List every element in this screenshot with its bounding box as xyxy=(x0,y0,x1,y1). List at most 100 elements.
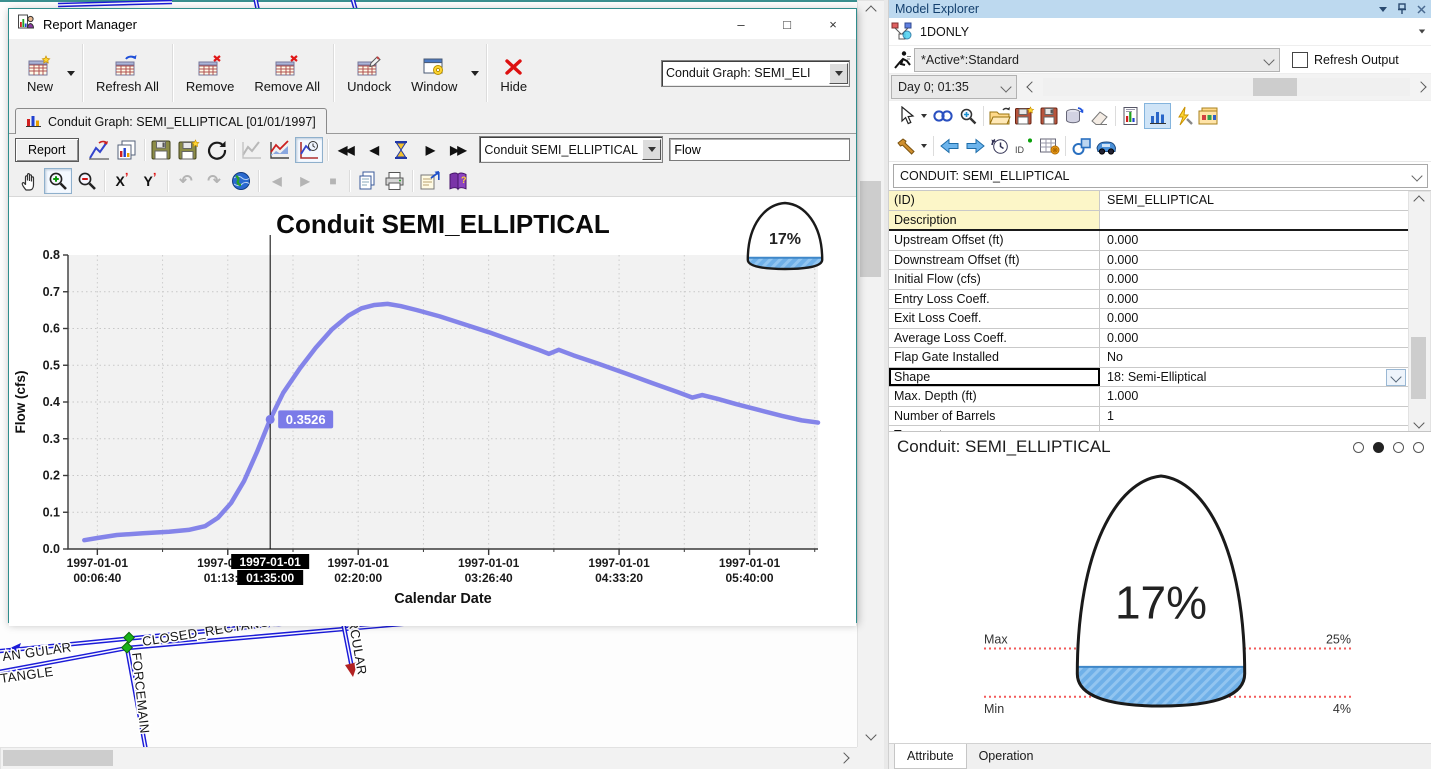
time-scroll-left-icon[interactable] xyxy=(1021,76,1043,98)
page-dot-4[interactable] xyxy=(1413,441,1424,453)
time-step-selector[interactable]: Day 0; 01:35 xyxy=(891,75,1017,99)
grid-scroll-thumb[interactable] xyxy=(1411,337,1426,399)
line-graph-mode-icon[interactable] xyxy=(239,138,265,162)
grid-row-value[interactable]: 1 xyxy=(1100,407,1408,426)
hammer-tools-icon[interactable] xyxy=(893,134,918,158)
tab-conduit-graph[interactable]: Conduit Graph: SEMI_ELLIPTICAL [01/01/19… xyxy=(15,108,327,134)
save-icon[interactable] xyxy=(1037,104,1062,128)
save-as-icon[interactable] xyxy=(176,138,202,162)
new-button[interactable]: New xyxy=(17,41,63,105)
page-forward-icon[interactable]: ▶ xyxy=(291,169,317,193)
refresh-output-checkbox[interactable] xyxy=(1292,51,1308,68)
refresh-all-button[interactable]: Refresh All xyxy=(86,41,169,105)
scenario-selector[interactable]: 1DONLY xyxy=(914,20,1431,43)
close-panel-icon[interactable] xyxy=(1417,4,1426,14)
grid-row[interactable]: Max. Depth (ft) 1.000 xyxy=(889,387,1408,407)
grid-row[interactable]: Entry Loss Coeff. 0.000 xyxy=(889,289,1408,309)
map-vertical-scrollbar[interactable] xyxy=(857,0,886,749)
close-button[interactable]: × xyxy=(810,9,856,39)
grid-row[interactable]: Initial Flow (cfs) 0.000 xyxy=(889,270,1408,290)
grid-scroll-up-icon[interactable] xyxy=(1409,194,1428,208)
chart-area[interactable]: 0.0 0.1 0.2 0.3 0.4 0.5 0.6 0.7 0.8 1997-01-01 00:… xyxy=(9,196,856,626)
navigate-forward-icon[interactable] xyxy=(962,134,987,158)
gallery-icon[interactable] xyxy=(1196,104,1221,128)
combo-dropdown-icon[interactable] xyxy=(642,139,662,160)
grid-row[interactable]: Upstream Offset (ft) 0.000 xyxy=(889,231,1408,251)
hide-button[interactable]: Hide xyxy=(490,41,537,105)
report-button[interactable]: Report xyxy=(15,137,79,162)
grid-row-value[interactable] xyxy=(1100,211,1408,230)
undo-zoom-icon[interactable]: ↶ xyxy=(172,169,198,193)
refresh-graph-icon[interactable] xyxy=(204,138,230,162)
parameter-input[interactable] xyxy=(669,138,850,161)
undock-button[interactable]: Undock xyxy=(337,41,401,105)
copy-graph-icon[interactable] xyxy=(114,138,140,162)
first-step-icon[interactable]: ◀◀ xyxy=(332,138,358,162)
grid-row-value[interactable]: 18: Semi-Elliptical xyxy=(1100,368,1408,387)
grid-row[interactable]: Flap Gate Installed No xyxy=(889,348,1408,368)
database-restore-icon[interactable] xyxy=(1062,104,1087,128)
page-dot-1[interactable] xyxy=(1353,441,1364,453)
time-scroll-right-icon[interactable] xyxy=(1410,76,1431,98)
time-scroll-thumb[interactable] xyxy=(1253,78,1297,96)
zoom-in-icon[interactable] xyxy=(44,167,72,194)
page-dot-3[interactable] xyxy=(1393,441,1404,453)
export-image-icon[interactable] xyxy=(417,169,443,193)
next-step-icon[interactable]: ▶ xyxy=(416,138,442,162)
grid-row-value[interactable]: 0.000 xyxy=(1100,309,1408,328)
new-dropdown-arrow[interactable] xyxy=(63,41,79,105)
select-cursor-icon[interactable] xyxy=(893,104,918,128)
map-scroll-up-icon[interactable] xyxy=(858,3,883,19)
zoom-y-axis-icon[interactable]: Yʼ xyxy=(137,169,163,193)
minimize-button[interactable]: – xyxy=(718,9,764,39)
grid-scrollbar[interactable] xyxy=(1408,191,1431,431)
maximize-button[interactable]: □ xyxy=(764,9,810,39)
copy-icon[interactable] xyxy=(354,169,380,193)
grid-row[interactable]: Number of Barrels 1 xyxy=(889,406,1408,426)
print-icon[interactable] xyxy=(382,169,408,193)
shapes-icon[interactable] xyxy=(1069,134,1094,158)
grid-row-value[interactable]: 0.000 xyxy=(1100,329,1408,348)
graph-panel-toggle-icon[interactable] xyxy=(1144,103,1171,129)
time-graph-mode-icon[interactable] xyxy=(295,136,324,163)
pin-icon[interactable] xyxy=(1397,3,1407,15)
grid-row-value[interactable]: SEMI_ELLIPTICAL xyxy=(1100,191,1408,210)
map-horizontal-scrollbar[interactable] xyxy=(0,747,859,769)
full-extent-globe-icon[interactable] xyxy=(228,169,254,193)
remove-all-button[interactable]: Remove All xyxy=(244,41,330,105)
last-step-icon[interactable]: ▶▶ xyxy=(444,138,470,162)
redo-zoom-icon[interactable]: ↷ xyxy=(200,169,226,193)
graph-properties-icon[interactable] xyxy=(86,138,112,162)
previous-step-icon[interactable]: ◀ xyxy=(360,138,386,162)
find-binoculars-icon[interactable] xyxy=(930,104,955,128)
shape-dropdown-icon[interactable] xyxy=(1386,368,1406,386)
stop-icon[interactable]: ■ xyxy=(319,169,345,193)
pan-hand-icon[interactable] xyxy=(16,169,42,193)
open-folder-icon[interactable] xyxy=(987,104,1012,128)
grid-row-value[interactable]: 0.000 xyxy=(1100,251,1408,270)
flow-chart[interactable]: 0.00.10.20.30.40.50.60.70.81997-01-0100:… xyxy=(9,197,854,625)
grid-row[interactable]: Transect xyxy=(889,426,1408,431)
window-button[interactable]: Window xyxy=(401,41,467,105)
titlebar[interactable]: Report Manager – □ × xyxy=(9,9,856,39)
tab-attribute[interactable]: Attribute xyxy=(894,744,967,769)
page-dot-2[interactable] xyxy=(1373,441,1384,453)
grid-row[interactable]: (ID) SEMI_ELLIPTICAL xyxy=(889,191,1408,211)
zoom-to-icon[interactable] xyxy=(955,104,980,128)
save-new-icon[interactable] xyxy=(1012,104,1037,128)
grid-row-value[interactable]: 1.000 xyxy=(1100,387,1408,406)
map-hscroll-thumb[interactable] xyxy=(3,750,113,766)
map-scroll-right-icon[interactable] xyxy=(834,750,854,766)
navigate-back-icon[interactable] xyxy=(937,134,962,158)
window-dropdown-arrow[interactable] xyxy=(467,41,483,105)
grid-row[interactable]: Exit Loss Coeff. 0.000 xyxy=(889,309,1408,329)
help-book-icon[interactable]: ? xyxy=(445,169,471,193)
area-graph-mode-icon[interactable] xyxy=(267,138,293,162)
grid-row[interactable]: Downstream Offset (ft) 0.000 xyxy=(889,250,1408,270)
map-vscroll-thumb[interactable] xyxy=(860,181,881,277)
remove-button[interactable]: Remove xyxy=(176,41,244,105)
page-back-icon[interactable]: ◀ xyxy=(263,169,289,193)
map-scroll-down-icon[interactable] xyxy=(858,727,883,743)
grid-row-value[interactable] xyxy=(1100,426,1408,431)
panel-menu-icon[interactable] xyxy=(1379,6,1387,12)
